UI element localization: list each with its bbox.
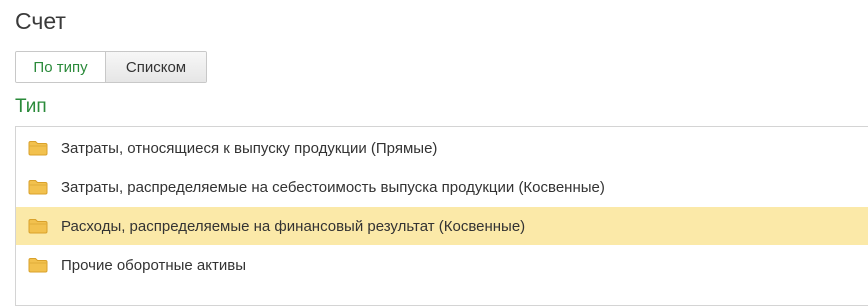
by-type-button[interactable]: По типу <box>16 52 106 82</box>
list-item-label: Расходы, распределяемые на финансовый ре… <box>61 217 526 235</box>
type-section-label: Тип <box>15 96 47 117</box>
list-item[interactable]: Прочие оборотные активы <box>16 246 868 284</box>
folder-icon <box>28 180 48 195</box>
type-list: Затраты, относящиеся к выпуску продукции… <box>15 126 868 306</box>
list-item-label: Прочие оборотные активы <box>61 256 246 274</box>
page-title: Счет <box>15 8 66 34</box>
list-item-label: Затраты, распределяемые на себестоимость… <box>61 178 605 196</box>
list-item-label: Затраты, относящиеся к выпуску продукции… <box>61 139 438 157</box>
list-item[interactable]: Затраты, относящиеся к выпуску продукции… <box>16 129 868 167</box>
list-item[interactable]: Затраты, распределяемые на себестоимость… <box>16 168 868 206</box>
folder-icon <box>28 219 48 234</box>
folder-icon <box>28 258 48 273</box>
list-item-selected[interactable]: Расходы, распределяемые на финансовый ре… <box>16 207 868 245</box>
view-toggle: По типу Списком <box>15 51 207 83</box>
folder-icon <box>28 141 48 156</box>
list-view-button[interactable]: Списком <box>106 52 206 82</box>
